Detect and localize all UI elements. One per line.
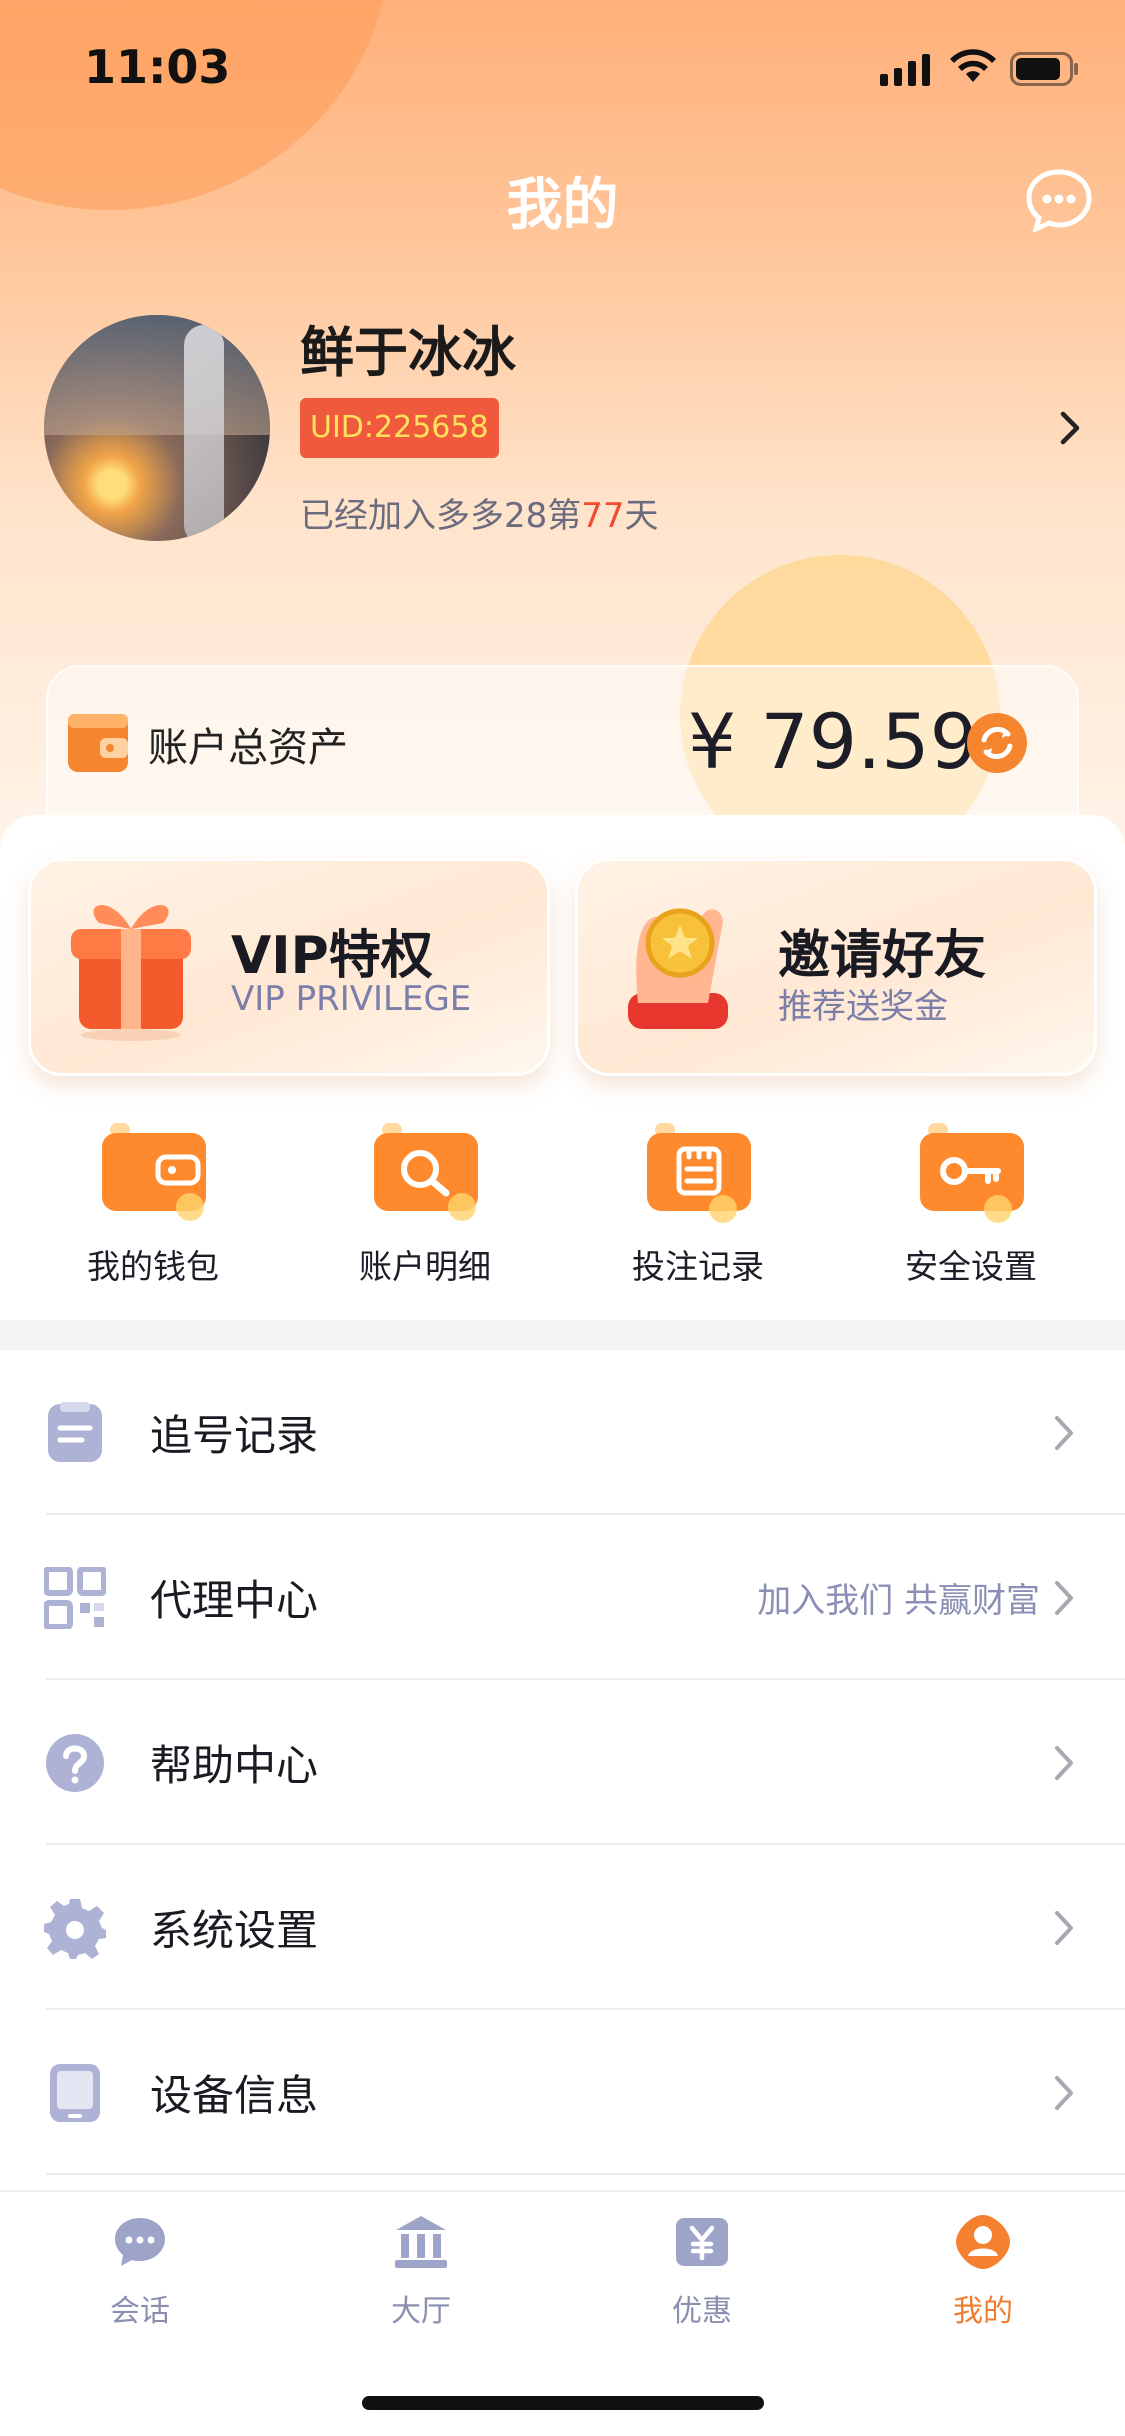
coupon-icon — [676, 2218, 728, 2266]
page-title: 我的 — [506, 173, 619, 238]
chat-icon — [115, 2218, 165, 2266]
home-indicator — [362, 2396, 764, 2410]
quick-action-label: 投注记录 — [632, 1247, 764, 1286]
menu-label: 设备信息 — [150, 2071, 319, 2120]
chevron-right-icon — [1055, 1746, 1073, 1780]
key-icon — [920, 1123, 1024, 1223]
invite-title: 邀请好友 — [778, 926, 987, 986]
join-info: 已经加入多多28第77天 — [300, 488, 659, 537]
wallet-icon — [68, 714, 128, 772]
avatar-sky — [44, 315, 270, 435]
menu-label: 代理中心 — [150, 1576, 319, 1625]
quick-action-wallet[interactable]: 我的钱包 — [48, 1115, 248, 1295]
chevron-right-icon — [1055, 1416, 1073, 1450]
vip-privilege-card[interactable]: VIP特权 VIP PRIVILEGE — [28, 858, 550, 1076]
tab-hall[interactable]: 大厅 — [331, 2214, 511, 2344]
join-prefix: 已经加入多多28第 — [300, 496, 582, 536]
tab-chat[interactable]: 会话 — [50, 2214, 230, 2344]
coin-hand-icon — [628, 908, 728, 1029]
menu-item-system-settings[interactable]: 系统设置 — [0, 1845, 1125, 2010]
question-icon — [46, 1734, 104, 1792]
tab-label: 会话 — [110, 2294, 170, 2329]
menu-item-device-info[interactable]: 设备信息 — [0, 2010, 1125, 2175]
quick-action-label: 账户明细 — [359, 1247, 491, 1286]
wallet-icon — [102, 1123, 206, 1221]
vip-subtitle: VIP PRIVILEGE — [231, 979, 472, 1019]
quick-action-security[interactable]: 安全设置 — [866, 1115, 1066, 1295]
asset-amount: ¥ 79.59 — [687, 697, 978, 786]
document-icon — [48, 1402, 102, 1462]
tab-mine[interactable]: 我的 — [893, 2214, 1073, 2344]
quick-action-account-details[interactable]: 账户明细 — [320, 1115, 520, 1295]
uid-badge: UID:225658 — [300, 398, 499, 458]
quick-action-bet-records[interactable]: 投注记录 — [593, 1115, 793, 1295]
quick-action-label: 安全设置 — [905, 1247, 1037, 1286]
asset-label: 账户总资产 — [148, 725, 348, 771]
join-suffix: 天 — [624, 496, 659, 536]
quick-action-label: 我的钱包 — [87, 1247, 219, 1286]
gift-icon — [71, 904, 191, 1041]
menu-label: 帮助中心 — [150, 1741, 319, 1790]
chevron-right-icon — [1055, 2076, 1073, 2110]
hall-icon — [395, 2216, 447, 2268]
chevron-right-icon — [1055, 1911, 1073, 1945]
message-icon[interactable] — [1025, 168, 1093, 232]
tab-label: 大厅 — [391, 2294, 451, 2329]
join-days: 77 — [581, 496, 625, 536]
menu-divider — [46, 2173, 1125, 2175]
battery-icon — [1010, 52, 1078, 86]
gear-icon — [44, 1899, 106, 1959]
vip-title: VIP特权 — [231, 926, 433, 986]
invite-subtitle: 推荐送奖金 — [778, 987, 948, 1027]
refresh-icon[interactable] — [966, 712, 1028, 774]
wifi-icon — [950, 49, 996, 82]
avatar-waterfall — [184, 325, 224, 541]
tab-offers[interactable]: 优惠 — [612, 2214, 792, 2344]
avatar[interactable] — [44, 315, 270, 541]
menu-note: 加入我们 共赢财富 — [757, 1581, 1040, 1621]
menu-item-agent-center[interactable]: 代理中心 加入我们 共赢财富 — [0, 1515, 1125, 1680]
section-divider — [0, 1320, 1125, 1350]
chevron-right-icon[interactable] — [1055, 410, 1085, 446]
menu-item-chase-records[interactable]: 追号记录 — [0, 1350, 1125, 1515]
menu-label: 追号记录 — [150, 1411, 319, 1460]
status-bar: 11:03 — [0, 0, 1125, 135]
status-time: 11:03 — [84, 40, 231, 94]
profile-icon — [956, 2215, 1010, 2269]
username: 鲜于冰冰 — [300, 321, 516, 384]
menu-label: 系统设置 — [150, 1906, 319, 1955]
signal-icon — [880, 52, 930, 86]
clipboard-icon — [647, 1123, 751, 1223]
tablet-icon — [50, 2064, 100, 2122]
tab-label: 优惠 — [672, 2294, 732, 2329]
tab-label: 我的 — [953, 2294, 1013, 2329]
magnifier-icon — [374, 1123, 478, 1221]
invite-friends-card[interactable]: 邀请好友 推荐送奖金 — [575, 858, 1097, 1076]
chevron-right-icon — [1055, 1581, 1073, 1615]
menu-item-help-center[interactable]: 帮助中心 — [0, 1680, 1125, 1845]
qr-code-icon — [44, 1567, 106, 1629]
